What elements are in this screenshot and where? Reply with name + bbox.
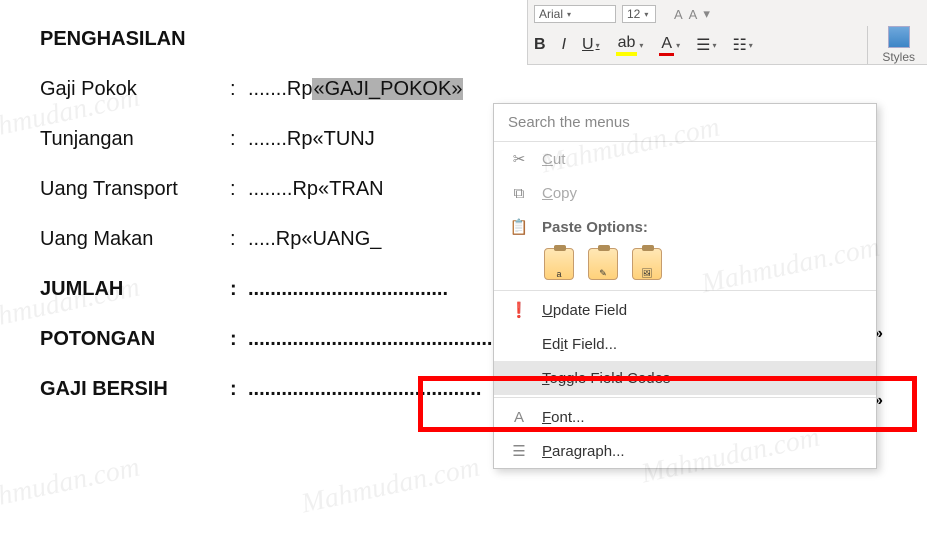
merge-field: «UANG_ <box>301 228 381 250</box>
styles-group[interactable]: Styles <box>867 26 915 64</box>
context-menu: Search the menus ✂ Cut ⧉ Copy 📋 Paste Op… <box>493 103 877 469</box>
paste-merge[interactable]: ✎ <box>588 248 618 280</box>
menu-cut: ✂ Cut <box>494 142 876 176</box>
paste-icon: 📋 <box>508 216 530 238</box>
menu-search[interactable]: Search the menus <box>494 104 876 142</box>
menu-toggle-field-codes[interactable]: Toggle Field Codes <box>494 361 876 395</box>
merge-field: «TRAN <box>318 178 384 200</box>
font-name-select[interactable]: Arial▾ <box>534 5 616 23</box>
paste-picture[interactable]: 🖼 <box>632 248 662 280</box>
menu-paragraph[interactable]: ☰ Paragraph... <box>494 434 876 468</box>
merge-field: «TUNJ <box>312 128 374 150</box>
watermark: Mahmudan.com <box>0 452 143 521</box>
menu-edit-field[interactable]: Edit Field... <box>494 327 876 361</box>
font-icon: A <box>508 406 530 428</box>
cut-icon: ✂ <box>508 148 530 170</box>
menu-copy: ⧉ Copy <box>494 176 876 210</box>
menu-paste-options: 📋 Paste Options: <box>494 210 876 244</box>
doc-row: Gaji Pokok : .......Rp«GAJI_POKOK» <box>40 75 800 103</box>
menu-update-field[interactable]: ❗ Update Field <box>494 293 876 327</box>
heading-penghasilan: PENGHASILAN <box>40 25 230 53</box>
copy-icon: ⧉ <box>508 182 530 204</box>
merge-field-gaji-pokok[interactable]: «GAJI_POKOK» <box>312 78 463 100</box>
update-icon: ❗ <box>508 299 530 321</box>
watermark: Mahmudan.com <box>299 452 483 521</box>
styles-icon <box>888 26 910 48</box>
menu-font[interactable]: A Font... <box>494 400 876 434</box>
font-size-select[interactable]: 12▾ <box>622 5 656 23</box>
paste-keep-source[interactable]: a <box>544 248 574 280</box>
paragraph-icon: ☰ <box>508 440 530 462</box>
